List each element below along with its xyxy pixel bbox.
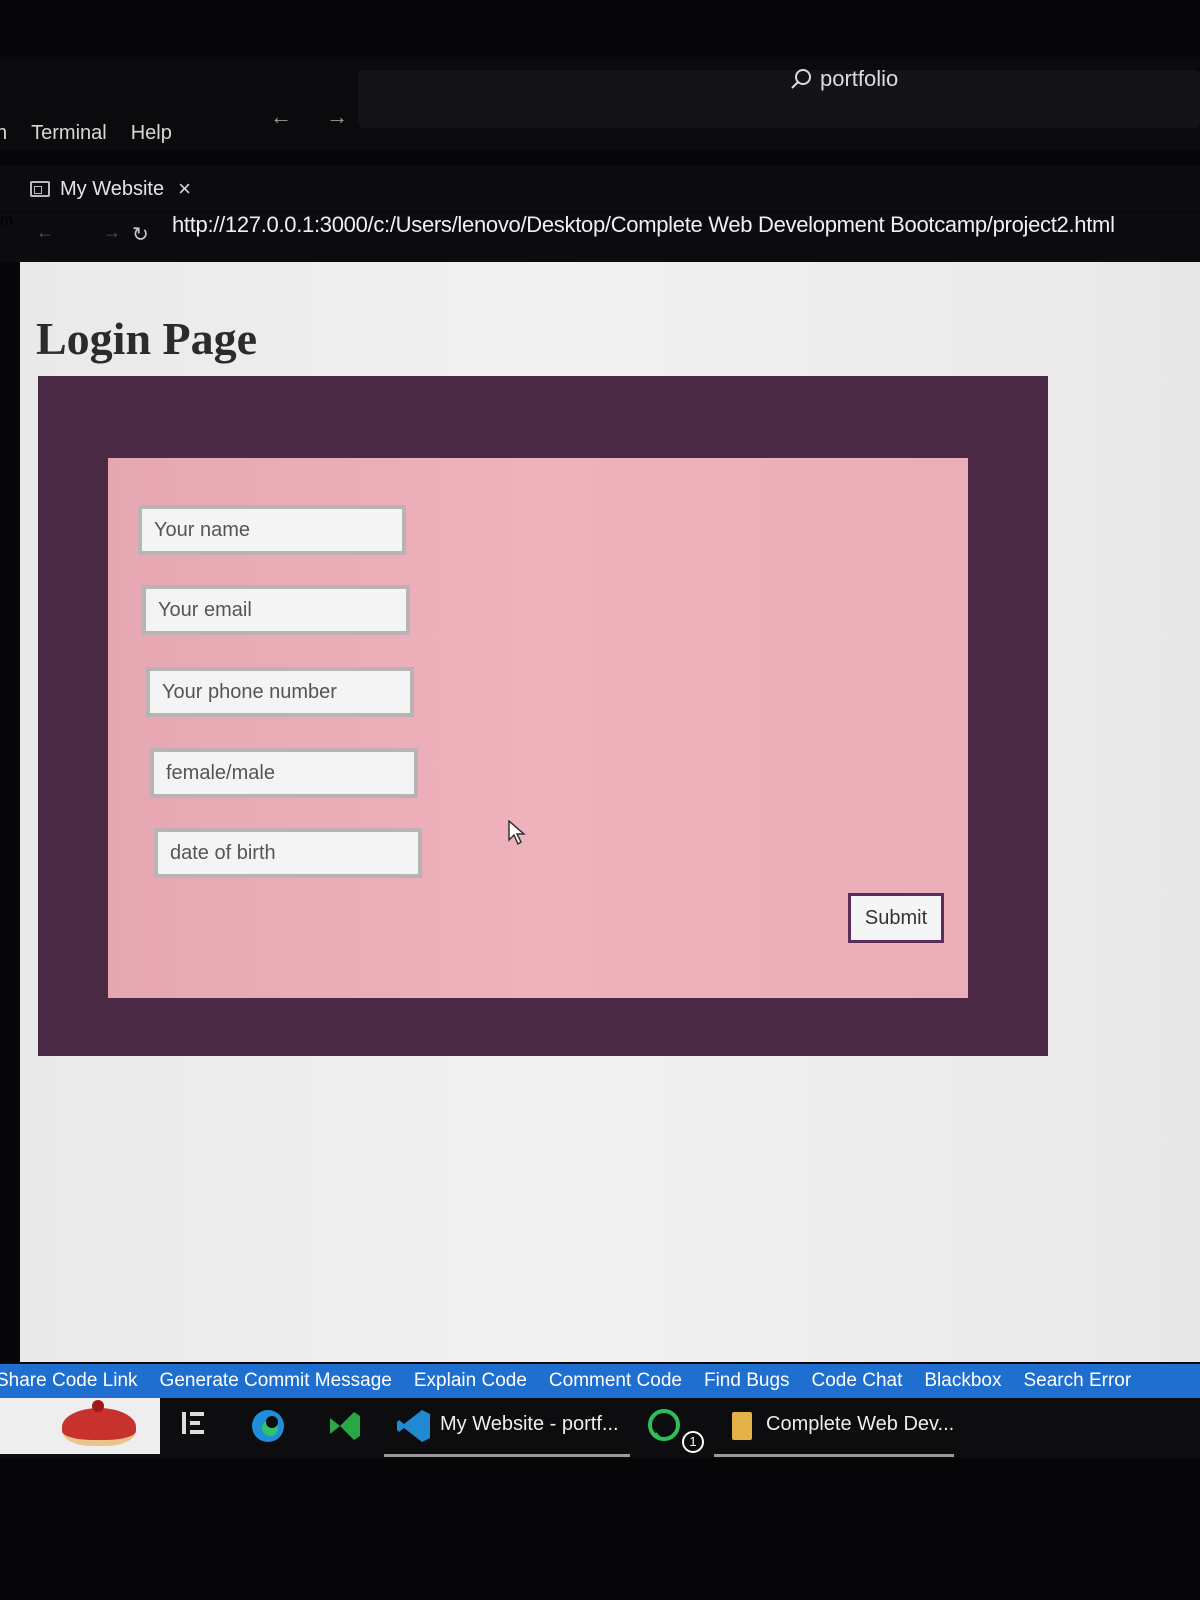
command-center-label[interactable]: portfolio <box>790 66 898 92</box>
dob-input[interactable] <box>154 828 422 878</box>
address-cut-text: m <box>0 212 14 229</box>
command-center-text: portfolio <box>820 66 899 91</box>
active-app-indicator <box>384 1454 630 1457</box>
menu-item-terminal[interactable]: Terminal <box>31 122 107 145</box>
browser-nav-arrows[interactable]: ← → <box>36 222 143 243</box>
extension-action-bar: Share Code Link Generate Commit Message … <box>0 1364 1200 1398</box>
menu-item-cut[interactable]: n <box>0 122 7 145</box>
action-generate-commit-message[interactable]: Generate Commit Message <box>160 1370 392 1392</box>
taskbar-app-explorer[interactable]: Complete Web Dev... <box>766 1413 954 1436</box>
tab-title: My Website <box>60 177 165 200</box>
visual-studio-icon[interactable] <box>326 1408 362 1444</box>
pie-icon <box>62 1408 136 1446</box>
gender-input[interactable] <box>150 748 418 798</box>
submit-button[interactable]: Submit <box>848 893 944 943</box>
action-share-code-link[interactable]: Share Code Link <box>0 1370 138 1392</box>
phone-input[interactable] <box>146 667 414 717</box>
reload-icon[interactable]: ↻ <box>132 222 149 247</box>
folder-icon[interactable] <box>732 1412 752 1440</box>
editor-nav-arrows[interactable]: ← → <box>270 104 362 130</box>
mouse-cursor-icon <box>508 820 526 846</box>
screen: n Terminal Help ← → portfolio My Website… <box>0 0 1200 1600</box>
menu-item-help[interactable]: Help <box>131 122 172 145</box>
action-comment-code[interactable]: Comment Code <box>549 1370 682 1392</box>
action-blackbox[interactable]: Blackbox <box>924 1370 1001 1392</box>
email-input[interactable] <box>142 585 410 635</box>
tab-my-website[interactable]: My Website × <box>30 176 191 202</box>
vscode-icon[interactable] <box>396 1408 432 1444</box>
cherry-icon <box>92 1400 104 1412</box>
menu-bar: n Terminal Help <box>0 122 172 145</box>
explorer-app-indicator <box>714 1454 954 1457</box>
action-search-error[interactable]: Search Error <box>1023 1370 1131 1392</box>
search-icon <box>791 69 811 89</box>
action-find-bugs[interactable]: Find Bugs <box>704 1370 790 1392</box>
action-explain-code[interactable]: Explain Code <box>414 1370 527 1392</box>
page-title: Login Page <box>36 313 258 364</box>
name-input[interactable] <box>138 505 406 555</box>
action-code-chat[interactable]: Code Chat <box>812 1370 903 1392</box>
url-field[interactable]: http://127.0.0.1:3000/c:/Users/lenovo/De… <box>172 212 1115 238</box>
close-icon[interactable]: × <box>178 176 191 202</box>
notification-badge: 1 <box>682 1431 704 1453</box>
screen-bezel <box>0 1458 1200 1600</box>
edge-browser-icon[interactable] <box>250 1408 286 1444</box>
task-view-icon[interactable] <box>180 1408 208 1438</box>
whatsapp-icon[interactable] <box>646 1408 682 1444</box>
command-center[interactable] <box>358 70 1200 128</box>
taskbar-app-vscode[interactable]: My Website - portf... <box>440 1413 619 1436</box>
preview-icon <box>30 181 50 197</box>
